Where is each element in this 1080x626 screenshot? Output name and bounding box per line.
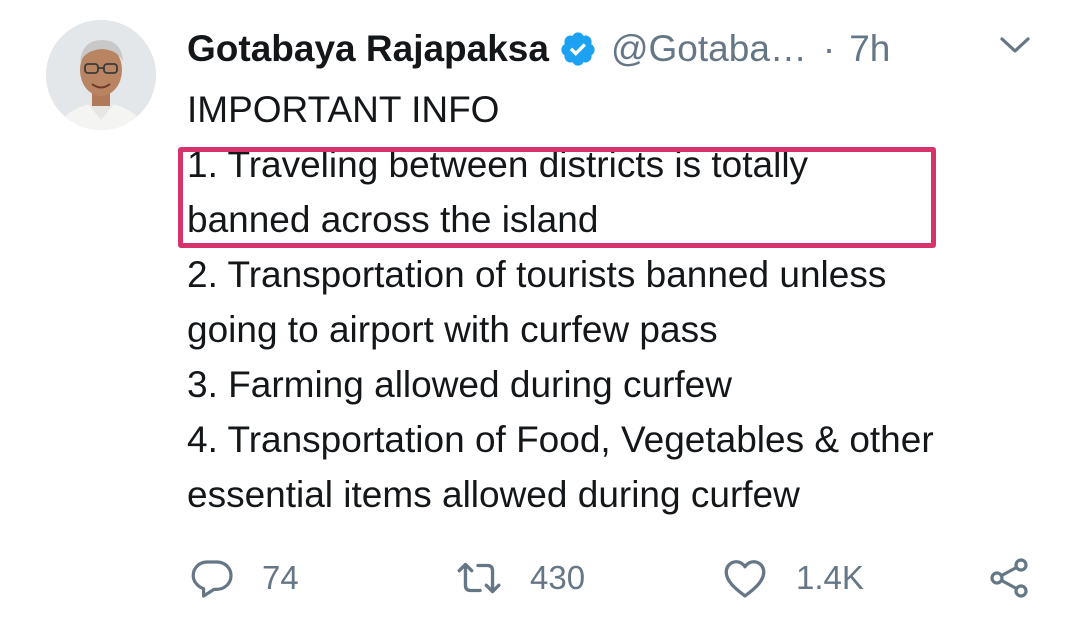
verified-badge-icon (559, 30, 597, 68)
highlight-box (178, 147, 936, 248)
retweet-icon (454, 553, 504, 603)
tweet-actions: 74 430 1.4K (0, 548, 1080, 608)
tweet-header: Gotabaya Rajapaksa @Gotaba… · 7h (187, 24, 890, 74)
tweet-line: 3. Farming allowed during curfew (187, 364, 732, 405)
tweet-line: IMPORTANT INFO (187, 89, 500, 130)
chevron-down-icon[interactable] (996, 30, 1034, 60)
retweet-button[interactable]: 430 (454, 548, 585, 608)
author-handle[interactable]: @Gotaba… (611, 28, 807, 70)
share-button[interactable] (986, 548, 1034, 608)
like-button[interactable]: 1.4K (720, 548, 864, 608)
reply-button[interactable]: 74 (188, 548, 299, 608)
tweet-line: essential items allowed during curfew (187, 474, 800, 515)
like-count: 1.4K (796, 559, 864, 596)
tweet-timestamp[interactable]: 7h (849, 28, 890, 70)
separator-dot: · (822, 28, 836, 69)
avatar-image (46, 20, 156, 130)
avatar[interactable] (46, 20, 156, 130)
reply-count: 74 (262, 559, 299, 596)
tweet-line: 2. Transportation of tourists banned unl… (187, 254, 887, 295)
tweet-line: going to airport with curfew pass (187, 309, 718, 350)
author-name[interactable]: Gotabaya Rajapaksa (187, 28, 549, 70)
heart-icon (720, 553, 770, 603)
reply-icon (188, 554, 236, 602)
retweet-count: 430 (530, 559, 586, 596)
share-icon (986, 554, 1034, 602)
tweet-line: 4. Transportation of Food, Vegetables & … (187, 419, 934, 460)
